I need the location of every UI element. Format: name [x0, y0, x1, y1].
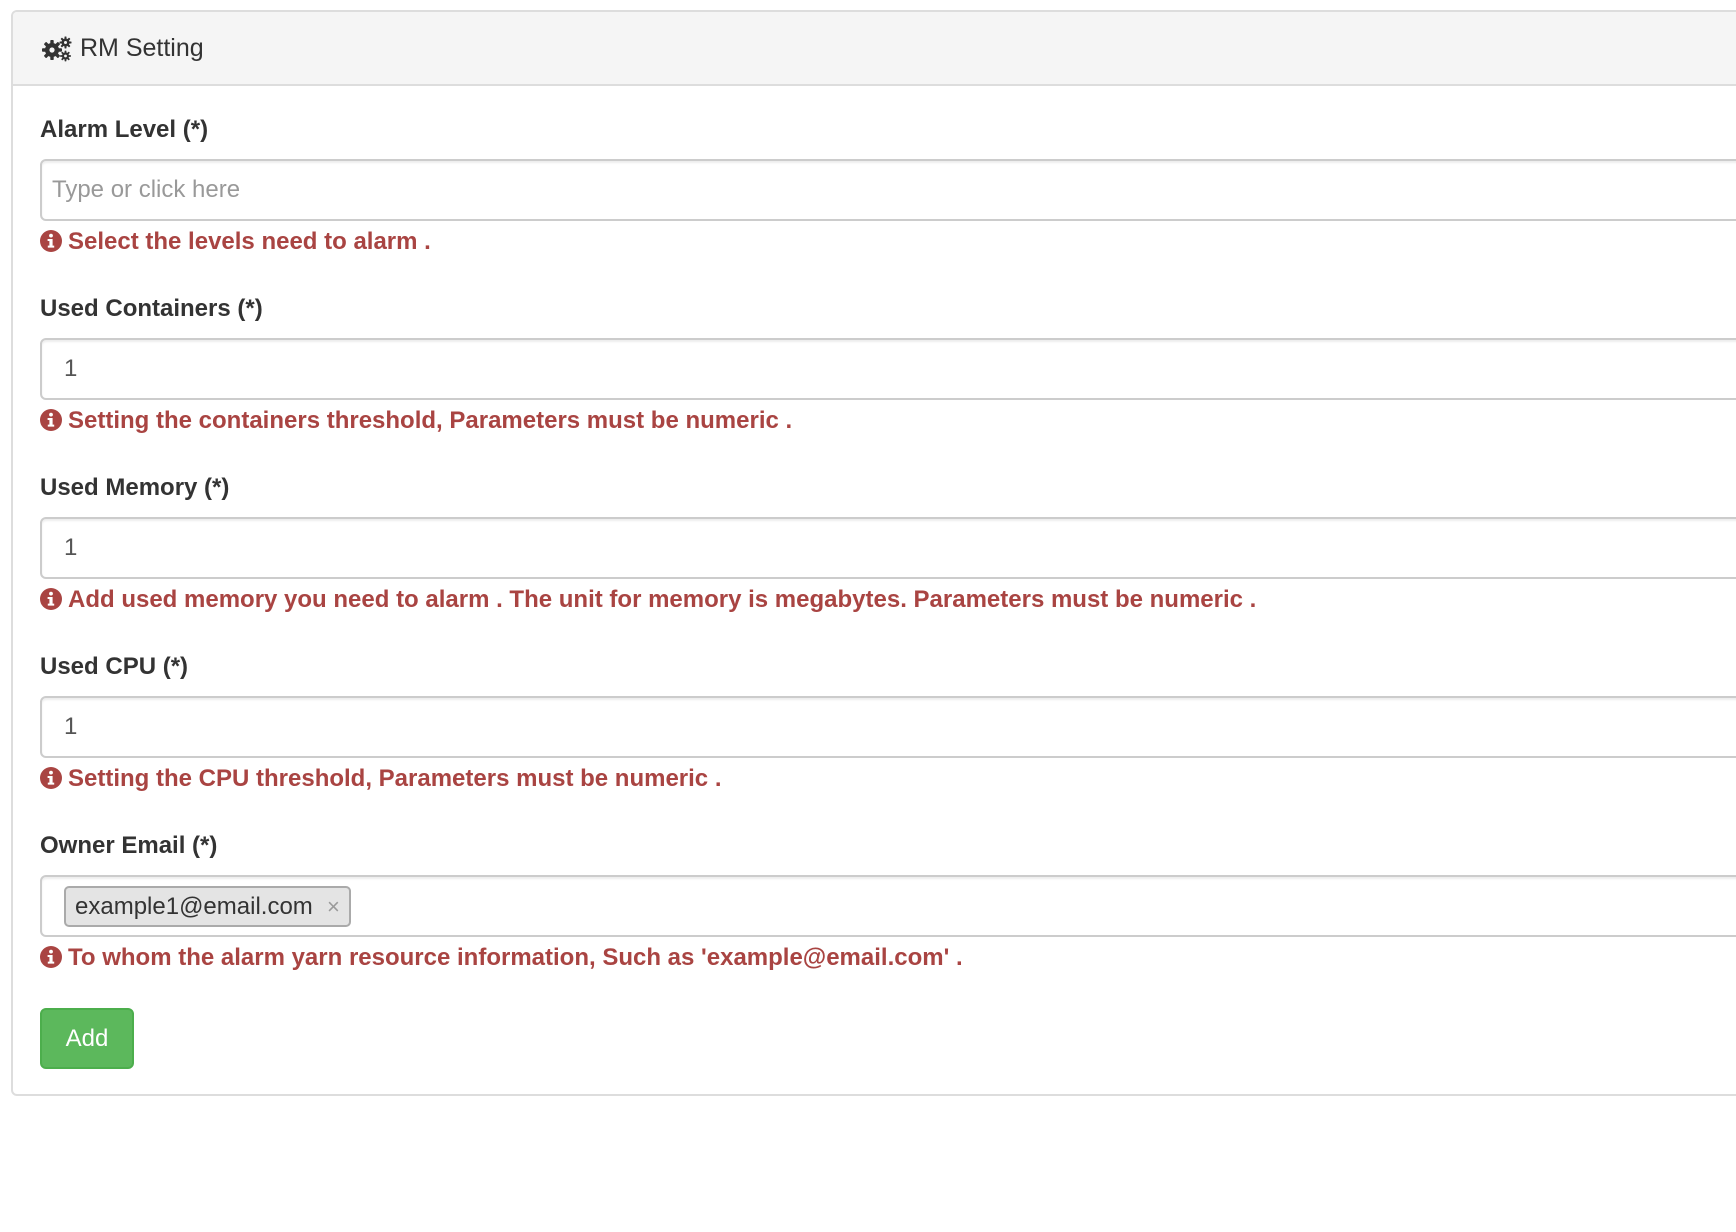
used-containers-label: Used Containers (*)	[40, 295, 263, 322]
used-cpu-help-text: Setting the CPU threshold, Parameters mu…	[68, 765, 722, 792]
used-cpu-input[interactable]	[42, 698, 1736, 756]
alarm-level-label: Alarm Level (*)	[40, 116, 209, 143]
panel-title: RM Setting	[80, 34, 204, 62]
tag-remove-icon[interactable]: ×	[327, 888, 340, 925]
used-memory-input[interactable]	[42, 519, 1736, 577]
email-tag: example1@email.com ×	[64, 886, 351, 927]
used-memory-help-text: Add used memory you need to alarm . The …	[68, 586, 1257, 613]
info-circle-icon	[40, 588, 62, 610]
info-circle-icon	[40, 946, 62, 968]
used-cpu-label: Used CPU (*)	[40, 653, 189, 680]
alarm-level-input[interactable]	[42, 161, 1736, 219]
owner-email-help-text: To whom the alarm yarn resource informat…	[68, 944, 963, 971]
used-memory-field[interactable]	[40, 517, 1736, 579]
rm-setting-panel: RM Setting Alarm Level (*) Select the le…	[11, 10, 1736, 1096]
alarm-level-select[interactable]	[40, 159, 1736, 221]
info-circle-icon	[40, 230, 62, 252]
used-containers-input[interactable]	[42, 340, 1736, 398]
used-cpu-help: Setting the CPU threshold, Parameters mu…	[40, 764, 721, 794]
alarm-level-help: Select the levels need to alarm .	[40, 227, 431, 257]
owner-email-tag-input[interactable]: example1@email.com ×	[40, 875, 1736, 937]
used-cpu-field[interactable]	[40, 696, 1736, 758]
gears-icon	[42, 36, 72, 62]
used-containers-help-text: Setting the containers threshold, Parame…	[68, 407, 793, 434]
info-circle-icon	[40, 409, 62, 431]
owner-email-help: To whom the alarm yarn resource informat…	[40, 943, 963, 973]
used-memory-label: Used Memory (*)	[40, 474, 230, 501]
info-circle-icon	[40, 767, 62, 789]
add-button[interactable]: Add	[40, 1008, 134, 1069]
owner-email-label: Owner Email (*)	[40, 832, 218, 859]
used-containers-help: Setting the containers threshold, Parame…	[40, 406, 792, 436]
panel-heading: RM Setting	[13, 12, 1736, 86]
alarm-level-help-text: Select the levels need to alarm .	[68, 228, 431, 255]
used-memory-help: Add used memory you need to alarm . The …	[40, 585, 1256, 615]
used-containers-field[interactable]	[40, 338, 1736, 400]
email-tag-text: example1@email.com	[75, 893, 313, 920]
